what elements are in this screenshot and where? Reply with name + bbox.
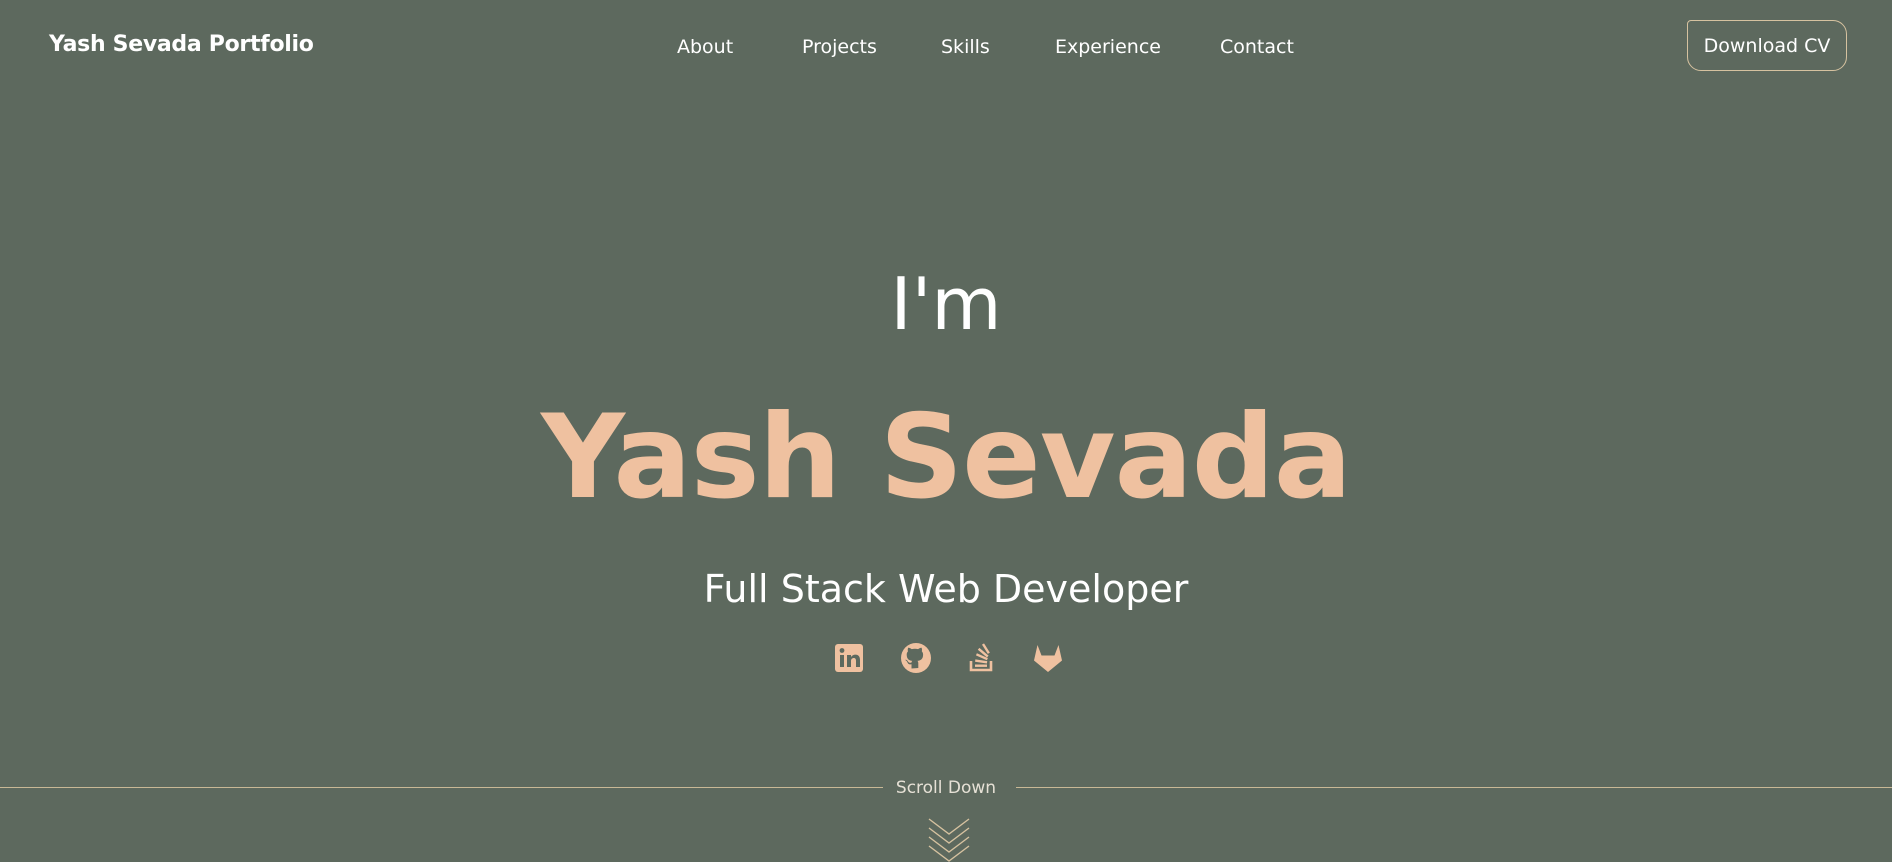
nav-link-about[interactable]: About [677,36,733,58]
page: Yash Sevada Portfolio About Projects Ski… [0,0,1892,862]
nav-link-projects[interactable]: Projects [802,36,877,58]
chevron-down-icon[interactable] [926,815,972,862]
nav-link-experience[interactable]: Experience [1055,36,1161,58]
github-icon[interactable] [899,641,933,675]
social-links [0,641,1892,675]
scroll-divider-right [1016,787,1892,788]
main-nav: About Projects Skills Experience Contact [0,36,1892,60]
nav-link-skills[interactable]: Skills [941,36,990,58]
stackoverflow-icon[interactable] [965,641,999,675]
hero-role: Full Stack Web Developer [703,567,1189,611]
linkedin-icon[interactable] [832,641,866,675]
download-cv-button[interactable]: Download CV [1687,20,1847,71]
hero-name: Yash Sevada [540,390,1352,525]
hero-intro: I'm [890,262,1002,346]
nav-link-contact[interactable]: Contact [1220,36,1294,58]
scroll-down-label[interactable]: Scroll Down [0,778,1892,798]
gitlab-icon[interactable] [1031,641,1065,675]
